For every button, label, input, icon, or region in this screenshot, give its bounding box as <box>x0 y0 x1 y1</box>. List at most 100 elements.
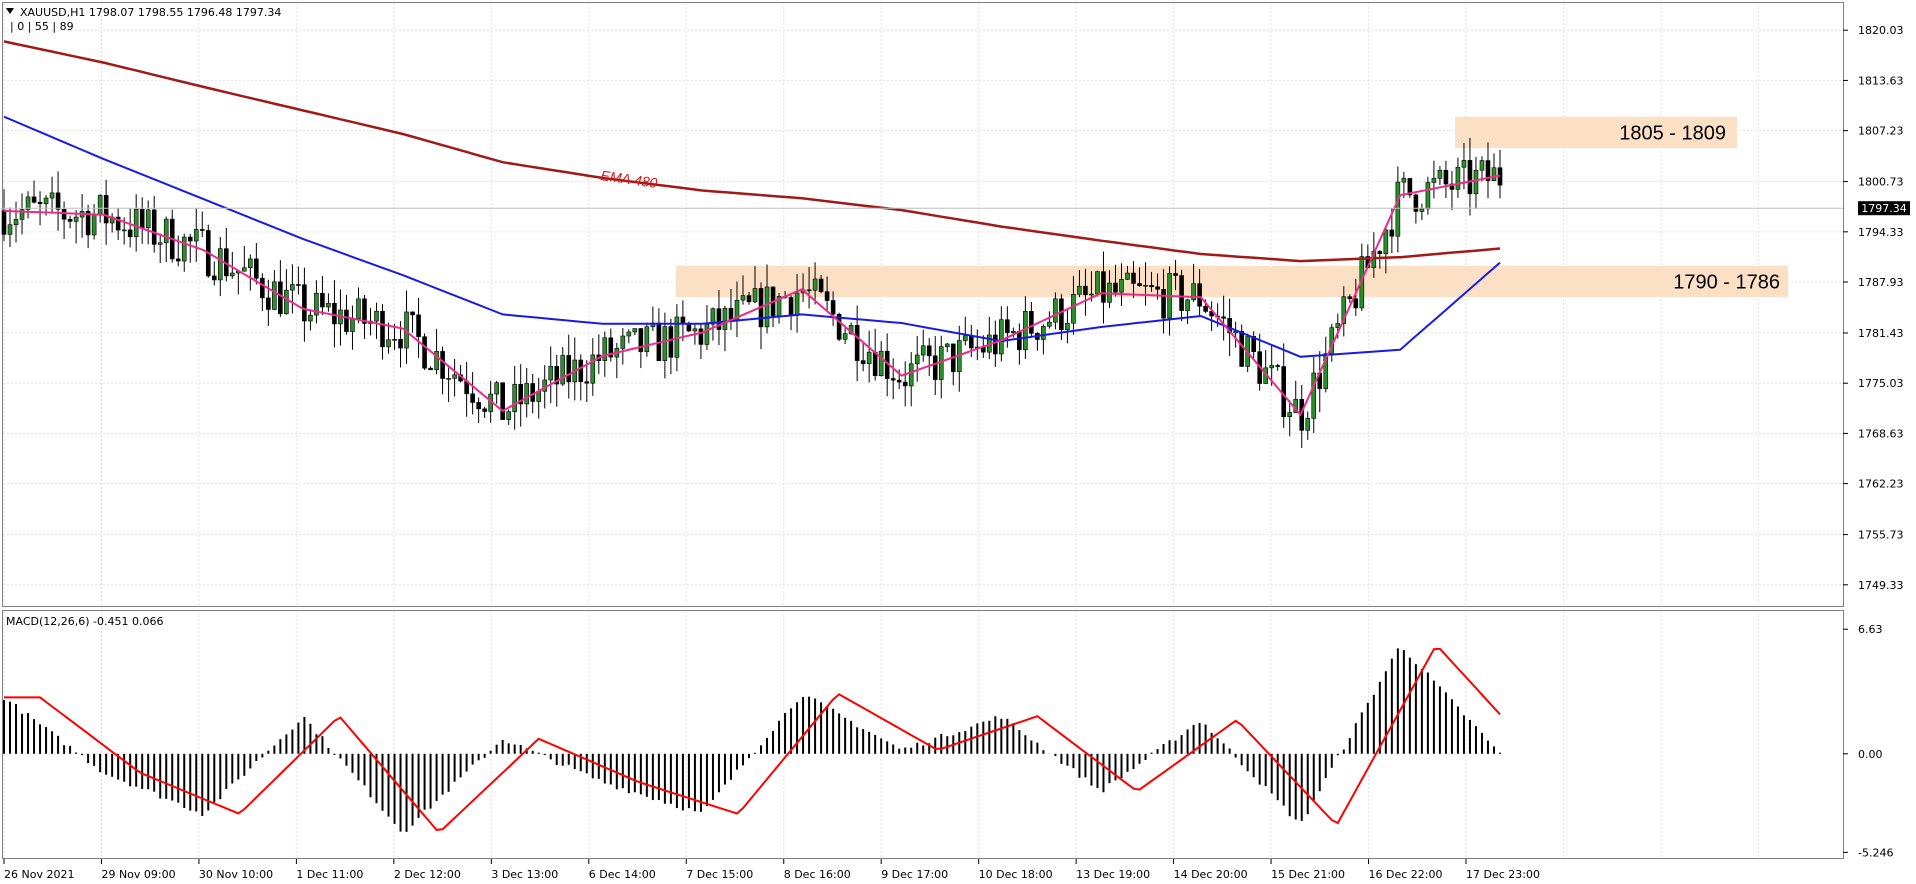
candle-body <box>193 229 199 242</box>
candle-body <box>1347 296 1353 300</box>
chart-canvas[interactable]: 1805 - 1809 1790 - 1786 EMA 480 XAUUSD,H… <box>0 0 1916 884</box>
candle-body <box>482 408 487 412</box>
chart-window[interactable]: 1805 - 1809 1790 - 1786 EMA 480 XAUUSD,H… <box>0 0 1916 884</box>
price-tick-label: 1768.63 <box>1858 427 1904 440</box>
macd-tick-label: 0.00 <box>1858 748 1883 761</box>
candle-body <box>260 277 265 299</box>
candle-body <box>326 302 331 308</box>
candle-body <box>602 337 608 361</box>
candle-body <box>896 379 902 383</box>
candle-body <box>308 314 313 322</box>
macd-signal-line <box>4 647 1501 831</box>
macd-header: MACD(12,26,6) -0.451 0.066 <box>6 615 164 628</box>
candle-body <box>794 292 800 316</box>
candle-body <box>1491 167 1497 181</box>
candle-body <box>1431 178 1437 183</box>
candle-body <box>254 258 259 279</box>
candle-body <box>452 374 457 379</box>
candle-body <box>1101 271 1106 303</box>
candle-body <box>1155 286 1160 290</box>
candle-body <box>1419 208 1425 212</box>
price-tick-label: 1787.93 <box>1858 276 1904 289</box>
candle-body <box>662 326 668 361</box>
candle-body <box>920 345 926 356</box>
zone-upper-label: 1805 - 1809 <box>1619 122 1726 144</box>
time-tick-label: 15 Dec 21:00 <box>1271 868 1345 881</box>
candle-body <box>1089 293 1094 296</box>
candle-body <box>380 310 385 348</box>
candle-body <box>248 258 253 269</box>
candle-body <box>1095 271 1100 295</box>
candle-body <box>806 289 812 292</box>
time-tick-label: 3 Dec 13:00 <box>491 868 558 881</box>
time-tick-label: 6 Dec 14:00 <box>589 868 656 881</box>
candle-body <box>812 278 818 291</box>
candle-body <box>386 339 391 348</box>
candle-body <box>1 210 7 235</box>
candle-body <box>993 334 998 355</box>
candle-body <box>1443 170 1449 185</box>
candle-body <box>55 192 61 210</box>
price-tick-label: 1807.23 <box>1858 125 1904 138</box>
candle-body <box>67 218 73 222</box>
candle-body <box>410 311 415 316</box>
price-axis[interactable]: 1820.03 1813.63 1807.23 1800.73 1794.33 1787.… <box>1843 24 1904 592</box>
candle-body <box>740 295 746 301</box>
candle-body <box>1197 283 1202 307</box>
candle-body <box>344 309 349 332</box>
time-tick-label: 13 Dec 19:00 <box>1076 868 1150 881</box>
candle-body <box>199 229 205 231</box>
time-tick-label: 14 Dec 20:00 <box>1174 868 1248 881</box>
time-axis[interactable]: 26 Nov 2021 29 Nov 09:00 30 Nov 10:00 1 Dec… <box>3 859 1540 881</box>
candle-body <box>1017 330 1022 351</box>
candle-body <box>13 219 19 226</box>
price-tick-label: 1781.43 <box>1858 327 1904 340</box>
candle-body <box>1455 166 1461 190</box>
candle-body <box>1143 284 1148 287</box>
macd-tick-label: -5.246 <box>1858 846 1893 859</box>
candle-body <box>1239 330 1244 367</box>
ema480-line <box>3 40 1501 263</box>
macd-axis[interactable]: 6.63 0.00 -5.246 <box>1843 623 1893 859</box>
time-tick-label: 10 Dec 18:00 <box>979 868 1053 881</box>
price-tick-label: 1775.03 <box>1858 377 1904 390</box>
candle-body <box>644 326 650 353</box>
candle-body <box>692 328 698 332</box>
candle-body <box>350 318 355 332</box>
candle-body <box>830 300 836 315</box>
candle-body <box>500 382 505 420</box>
candle-body <box>1125 272 1130 280</box>
candle-body <box>590 354 596 384</box>
candle-body <box>560 355 566 385</box>
candle-body <box>230 272 235 277</box>
candle-body <box>1269 365 1274 369</box>
zone-lower-rect[interactable] <box>676 265 1788 298</box>
candle-body <box>999 319 1004 355</box>
candle-body <box>187 236 193 242</box>
candle-body <box>1461 160 1467 168</box>
candle-body <box>1281 366 1287 417</box>
candle-body <box>842 333 848 340</box>
candle-body <box>1119 279 1124 293</box>
time-tick-label: 7 Dec 15:00 <box>686 868 753 881</box>
candle-body <box>1137 283 1142 287</box>
candle-body <box>97 195 103 215</box>
macd-tick-label: 6.63 <box>1858 623 1883 636</box>
candle-body <box>890 378 896 381</box>
candle-body <box>1473 169 1479 195</box>
candle-body <box>1053 298 1058 323</box>
time-tick-label: 17 Dec 23:00 <box>1466 868 1540 881</box>
candle-body <box>296 284 301 286</box>
candle-body <box>704 323 710 345</box>
candle-body <box>860 360 866 365</box>
candle-body <box>494 382 499 395</box>
candle-body <box>1221 316 1226 319</box>
candle-body <box>1149 284 1154 288</box>
price-tick-label: 1762.23 <box>1858 478 1904 491</box>
symbol-header: XAUUSD,H1 1798.07 1798.55 1796.48 1797.3… <box>20 6 281 19</box>
price-tick-label: 1820.03 <box>1858 24 1904 37</box>
candle-body <box>217 248 223 281</box>
candle-body <box>163 218 169 244</box>
candle-body <box>25 196 31 210</box>
dropdown-triangle-icon[interactable] <box>6 8 14 14</box>
